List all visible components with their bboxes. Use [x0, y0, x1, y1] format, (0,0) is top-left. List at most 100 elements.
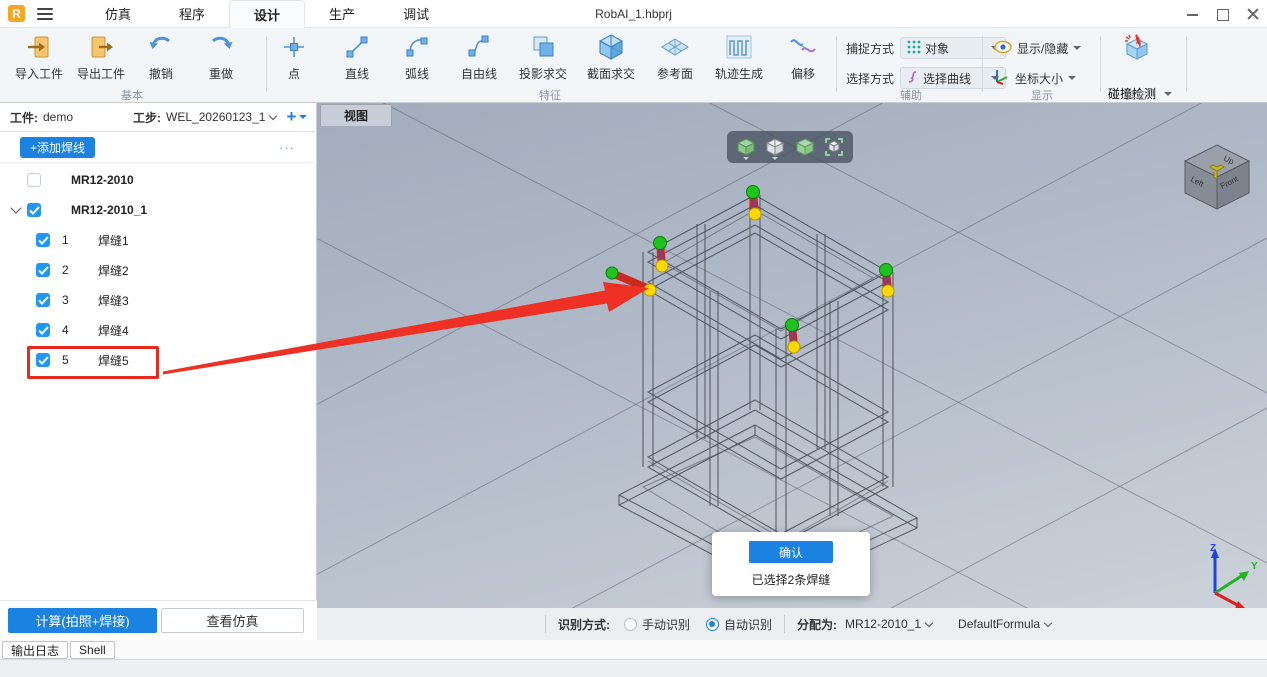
show-hide-button[interactable]: 显示/隐藏	[994, 40, 1082, 57]
undo-button[interactable]: 撤销	[138, 32, 184, 86]
solid-view-button[interactable]	[793, 134, 817, 160]
section-intersect-button[interactable]: 截面求交	[580, 32, 642, 86]
step-dropdown[interactable]: WEL_20260123_1	[166, 110, 278, 124]
projection-icon	[530, 32, 556, 62]
assign-target-dropdown[interactable]: MR12-2010_1	[845, 617, 934, 631]
redo-icon	[208, 32, 234, 62]
workpiece-value: demo	[43, 110, 74, 124]
application-window: R RobAI_1.hbprj 仿真 程序 设计 生产 调试 导入工件 导出工件	[0, 0, 1267, 677]
status-bar: 输出日志 Shell	[0, 640, 1267, 660]
group-label-display: 显示	[1031, 90, 1053, 102]
snap-mode-label: 捕捉方式	[846, 41, 895, 56]
chevron-down-icon	[924, 618, 934, 627]
title-bar: R RobAI_1.hbprj 仿真 程序 设计 生产 调试	[0, 0, 1267, 28]
snap-mode-dropdown[interactable]: 对象	[900, 37, 1007, 59]
chevron-down-icon	[269, 111, 278, 120]
fit-view-button[interactable]	[822, 134, 846, 160]
shell-tab[interactable]: Shell	[70, 641, 115, 659]
point-icon	[282, 32, 306, 62]
add-weld-line-button[interactable]: +添加焊线	[20, 136, 96, 158]
viewport-tab[interactable]: 视图	[320, 104, 392, 126]
tree-row-mr12-2010[interactable]: MR12-2010	[0, 165, 317, 195]
point-tool-button[interactable]: 点	[272, 32, 316, 86]
group-label-basic: 基本	[121, 90, 143, 102]
formula-dropdown[interactable]: DefaultFormula	[958, 617, 1053, 631]
manual-recognition-radio[interactable]	[623, 617, 637, 631]
axis-triad: Z Y X	[1210, 543, 1258, 608]
tab-simulation[interactable]: 仿真	[81, 0, 155, 28]
chevron-down-icon[interactable]	[299, 115, 308, 119]
projection-intersect-button[interactable]: 投影求交	[512, 32, 574, 86]
section-cube-icon	[597, 32, 625, 62]
wireframe-view-button[interactable]	[763, 134, 787, 160]
group-label-other: 其它	[1125, 90, 1147, 102]
chevron-down-icon	[1073, 46, 1082, 50]
output-log-tab[interactable]: 输出日志	[2, 641, 69, 659]
offset-icon	[788, 32, 818, 62]
redo-button[interactable]: 重做	[198, 32, 244, 86]
ribbon-toolbar: 导入工件 导出工件 撤销 重做 基本 点 直线 弧线 自由线 投影求交 截面求交…	[0, 28, 1267, 103]
main-menu: 仿真 程序 设计 生产 调试	[81, 0, 453, 28]
recognition-mode-label: 识别方式:	[557, 617, 610, 632]
auto-recognition-radio[interactable]	[705, 617, 719, 631]
collision-detect-button[interactable]	[1106, 32, 1170, 86]
chevron-down-icon	[1043, 618, 1053, 627]
checkbox-checked[interactable]	[27, 203, 41, 217]
tab-production[interactable]: 生产	[305, 0, 379, 28]
weld-row-2[interactable]: 2 焊缝2	[0, 255, 317, 285]
confirm-button[interactable]: 确认	[749, 541, 833, 563]
tab-design[interactable]: 设计	[229, 0, 306, 28]
svg-text:Z: Z	[1210, 543, 1216, 554]
chevron-expand-icon[interactable]	[10, 202, 22, 214]
export-workpiece-button[interactable]: 导出工件	[72, 32, 130, 86]
trajectory-icon	[724, 32, 754, 62]
chevron-down-icon	[1068, 76, 1077, 80]
undo-icon	[148, 32, 174, 62]
freeline-tool-button[interactable]: 自由线	[450, 32, 508, 86]
group-label-assist: 辅助	[900, 90, 922, 102]
add-step-button[interactable]: +	[286, 107, 296, 127]
select-mode-label: 选择方式	[846, 71, 895, 86]
viewport-3d[interactable]: Up Left Front Z Y X 视图	[317, 103, 1267, 608]
reference-plane-button[interactable]: 参考面	[648, 32, 702, 86]
manual-recognition-label[interactable]: 手动识别	[642, 616, 690, 633]
more-options-button[interactable]: ···	[279, 140, 295, 155]
import-icon	[26, 32, 52, 62]
axis-icon	[994, 69, 1010, 88]
axis-size-button[interactable]: 坐标大小	[994, 69, 1077, 88]
trajectory-generate-button[interactable]: 轨迹生成	[708, 32, 770, 86]
import-workpiece-button[interactable]: 导入工件	[10, 32, 68, 86]
arc-tool-button[interactable]: 弧线	[392, 32, 442, 86]
view-cube[interactable]: Up Left Front	[1183, 144, 1251, 210]
freeline-icon	[467, 32, 491, 62]
weld-list-panel: 工件: demo 工步: WEL_20260123_1 + +添加焊线 ··· …	[0, 103, 317, 640]
weld-row-5[interactable]: 5 焊缝5	[0, 345, 317, 375]
compute-button[interactable]: 计算(拍照+焊接)	[8, 608, 157, 633]
line-icon	[345, 32, 369, 62]
offset-button[interactable]: 偏移	[778, 32, 828, 86]
tab-debug[interactable]: 调试	[379, 0, 453, 28]
weld-row-3[interactable]: 3 焊缝3	[0, 285, 317, 315]
weld-row-4[interactable]: 4 焊缝4	[0, 315, 317, 345]
maximize-button[interactable]	[1217, 8, 1229, 21]
hamburger-menu-icon[interactable]	[37, 7, 53, 20]
minimize-button[interactable]	[1187, 8, 1199, 20]
collision-icon	[1123, 32, 1153, 62]
chevron-down-icon	[742, 157, 749, 160]
app-logo[interactable]: R	[8, 5, 25, 22]
line-tool-button[interactable]: 直线	[332, 32, 382, 86]
svg-text:Y: Y	[1251, 561, 1258, 572]
tab-program[interactable]: 程序	[155, 0, 229, 28]
shaded-view-button[interactable]	[734, 134, 758, 160]
snap-mode-value: 对象	[925, 41, 950, 56]
tree-row-mr12-2010-1[interactable]: MR12-2010_1	[0, 195, 317, 225]
close-button[interactable]	[1247, 8, 1259, 20]
view-simulation-button[interactable]: 查看仿真	[161, 608, 304, 633]
weld-row-1[interactable]: 1 焊缝1	[0, 225, 317, 255]
eye-icon	[994, 40, 1012, 57]
checkbox-unchecked[interactable]	[27, 173, 41, 187]
view-mode-toolbar	[727, 131, 853, 163]
auto-recognition-label[interactable]: 自动识别	[724, 616, 772, 633]
select-mode-dropdown[interactable]: 选择曲线	[900, 67, 1007, 89]
step-label: 工步:	[133, 110, 162, 125]
